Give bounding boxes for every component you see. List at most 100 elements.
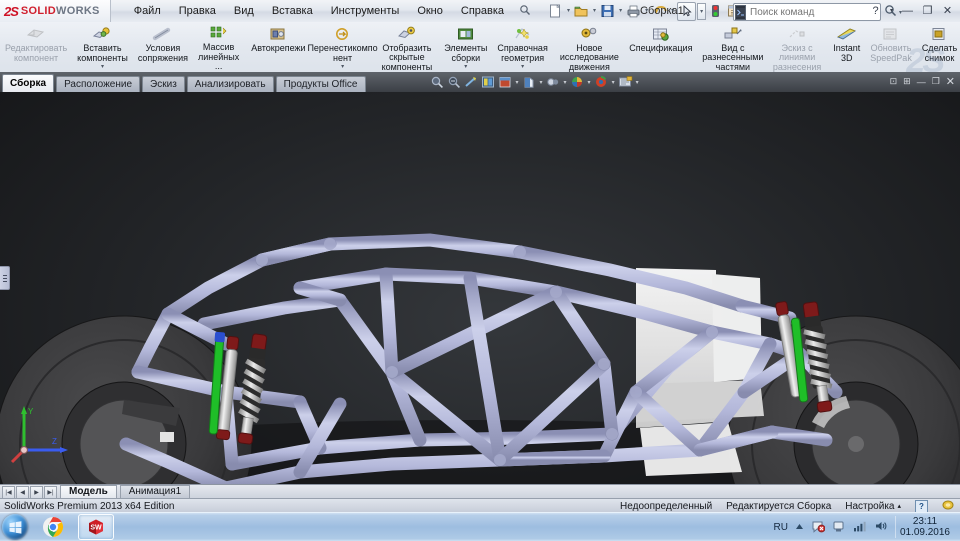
tab-layout[interactable]: Расположение (56, 76, 140, 92)
zoom-to-fit-icon[interactable] (430, 75, 445, 90)
ribbon-insert-components-caret-icon[interactable]: ▾ (101, 64, 104, 70)
open-document-icon[interactable] (573, 3, 590, 20)
triad-y-label: Y (28, 407, 34, 416)
appearance-caret-icon[interactable]: ▾ (563, 79, 568, 86)
help-button[interactable]: ? (867, 2, 884, 19)
menu-edit[interactable]: Правка (170, 2, 225, 20)
taskbar-clock[interactable]: 23:11 01.09.2016 (895, 516, 956, 538)
ribbon-explode-line-sketch[interactable]: Эскиз с линиями разнесения (768, 22, 826, 72)
mate-icon (152, 25, 174, 43)
clock-date: 01.09.2016 (900, 527, 950, 538)
new-document-icon[interactable] (547, 3, 564, 20)
volume-icon[interactable] (874, 520, 888, 535)
nav-next-button[interactable]: ▶ (30, 486, 43, 499)
nav-last-button[interactable]: ▶| (44, 486, 57, 499)
menu-help[interactable]: Справка (452, 2, 513, 20)
ribbon-reference-geometry-caret-icon[interactable]: ▾ (521, 64, 524, 70)
ribbon-move-component-label: Перенестикомпонент (307, 44, 379, 63)
network-icon[interactable] (832, 519, 846, 536)
taskbar-solidworks[interactable]: SW (78, 514, 114, 540)
ribbon-mate-conditions[interactable]: Условия сопряжения (133, 22, 193, 72)
menu-window[interactable]: Окно (408, 2, 452, 20)
editing-state-label: Редактируется Сборка (726, 501, 831, 512)
ribbon-reference-geometry[interactable]: Справочная геометрия ▾ (492, 22, 552, 72)
display-style-caret-icon[interactable]: ▾ (515, 79, 520, 86)
ribbon-move-component[interactable]: Перенестикомпонент ▾ (311, 22, 375, 72)
action-center-icon[interactable] (811, 519, 825, 536)
rebuild-icon[interactable] (707, 3, 724, 20)
save-caret-icon[interactable]: ▾ (617, 3, 624, 20)
doc-restore-right-button[interactable]: ⊞ (903, 76, 911, 87)
ribbon-instant-3d[interactable]: Instant 3D (828, 22, 865, 72)
ribbon-exploded-view[interactable]: Вид с разнесенными частями (698, 22, 768, 72)
tab-office-products[interactable]: Продукты Office (276, 76, 366, 92)
configuration-selector[interactable]: Настройка ▴ (845, 501, 901, 512)
tab-sketch[interactable]: Эскиз (142, 76, 185, 92)
view-settings-icon[interactable] (594, 75, 609, 90)
windows-start-orb[interactable] (2, 514, 28, 540)
ribbon-move-component-caret-icon[interactable]: ▾ (341, 64, 344, 70)
configuration-caret-icon[interactable]: ▴ (897, 502, 901, 510)
command-search-box[interactable]: ▾ (733, 3, 881, 21)
minimize-button[interactable]: — (899, 2, 916, 19)
tab-navigation: |◀ ◀ ▶ ▶| (0, 486, 57, 499)
bom-icon (651, 25, 671, 43)
doc-maximize-button[interactable]: ❐ (932, 76, 940, 87)
hide-show-caret-icon[interactable]: ▾ (539, 79, 544, 86)
doc-minimize-button[interactable]: — (917, 77, 926, 87)
menu-view[interactable]: Вид (225, 2, 263, 20)
ribbon-insert-components[interactable]: Вставить компоненты ▾ (72, 22, 133, 72)
ribbon-show-hidden-components[interactable]: Отобразить скрытые компоненты (377, 22, 438, 72)
model-tab-model[interactable]: Модель (60, 485, 117, 499)
show-hidden-icons-icon[interactable] (795, 522, 804, 533)
configuration-label: Настройка (845, 501, 894, 512)
display-manager-icon[interactable] (618, 75, 633, 90)
hide-show-items-icon[interactable] (522, 75, 537, 90)
save-icon[interactable] (599, 3, 616, 20)
edit-appearance-icon[interactable] (546, 75, 561, 90)
display-style-icon[interactable] (498, 75, 513, 90)
tab-assembly[interactable]: Сборка (2, 74, 54, 92)
menu-insert[interactable]: Вставка (263, 2, 322, 20)
ribbon-assembly-features[interactable]: Элементы сборки ▾ (439, 22, 492, 72)
ribbon-update-speedpak[interactable]: Обновить SpeedPak (865, 22, 917, 72)
ribbon-edit-component[interactable]: Редактировать компонент (0, 22, 72, 72)
apply-scene-icon[interactable] (570, 75, 585, 90)
ribbon-bill-of-materials[interactable]: Спецификация (626, 22, 696, 72)
view-settings-caret-icon[interactable]: ▾ (611, 79, 616, 86)
model-tab-animation1[interactable]: Анимация1 (120, 485, 191, 499)
ribbon-take-snapshot[interactable]: Сделать снимок (917, 22, 960, 72)
search-commands-small-icon[interactable] (513, 4, 537, 19)
tab-evaluate[interactable]: Анализировать (187, 76, 274, 92)
nav-first-button[interactable]: |◀ (2, 486, 15, 499)
taskbar-chrome[interactable] (36, 515, 70, 539)
new-document-caret-icon[interactable]: ▾ (565, 3, 572, 20)
graphics-viewport[interactable]: Y Z (0, 92, 960, 484)
language-indicator[interactable]: RU (773, 522, 787, 533)
ribbon-new-motion-study[interactable]: Новое исследование движения (555, 22, 624, 72)
restore-button[interactable]: ❐ (919, 2, 936, 19)
section-view-icon[interactable] (464, 75, 479, 90)
ribbon-smart-fasteners[interactable]: Автокрепежи (246, 22, 310, 72)
zoom-to-area-icon[interactable] (447, 75, 462, 90)
feature-manager-flyout-tab[interactable] (0, 266, 10, 290)
search-input[interactable] (746, 6, 884, 19)
ribbon-assembly-features-caret-icon[interactable]: ▾ (464, 64, 467, 70)
status-help-icon[interactable]: ? (915, 500, 928, 513)
menu-file[interactable]: Файл (125, 2, 170, 20)
status-bar: SolidWorks Premium 2013 x64 Edition Недо… (0, 498, 960, 513)
signal-icon[interactable] (853, 520, 867, 535)
close-button[interactable]: ✕ (939, 2, 956, 19)
doc-restore-left-button[interactable]: ⊡ (890, 76, 898, 87)
nav-prev-button[interactable]: ◀ (16, 486, 29, 499)
doc-close-button[interactable]: ✕ (946, 75, 955, 88)
display-manager-caret-icon[interactable]: ▾ (635, 79, 640, 86)
menu-tools[interactable]: Инструменты (322, 2, 409, 20)
ribbon-linear-pattern[interactable]: Массив линейных ... ▾ (193, 22, 244, 72)
help-dropdown-caret-icon[interactable]: ▾ (887, 2, 896, 19)
scene-caret-icon[interactable]: ▾ (587, 79, 592, 86)
open-document-caret-icon[interactable]: ▾ (591, 3, 598, 20)
clock-time: 23:11 (900, 516, 950, 527)
select-caret-icon[interactable]: ▾ (697, 3, 706, 20)
view-orientation-icon[interactable] (481, 75, 496, 90)
